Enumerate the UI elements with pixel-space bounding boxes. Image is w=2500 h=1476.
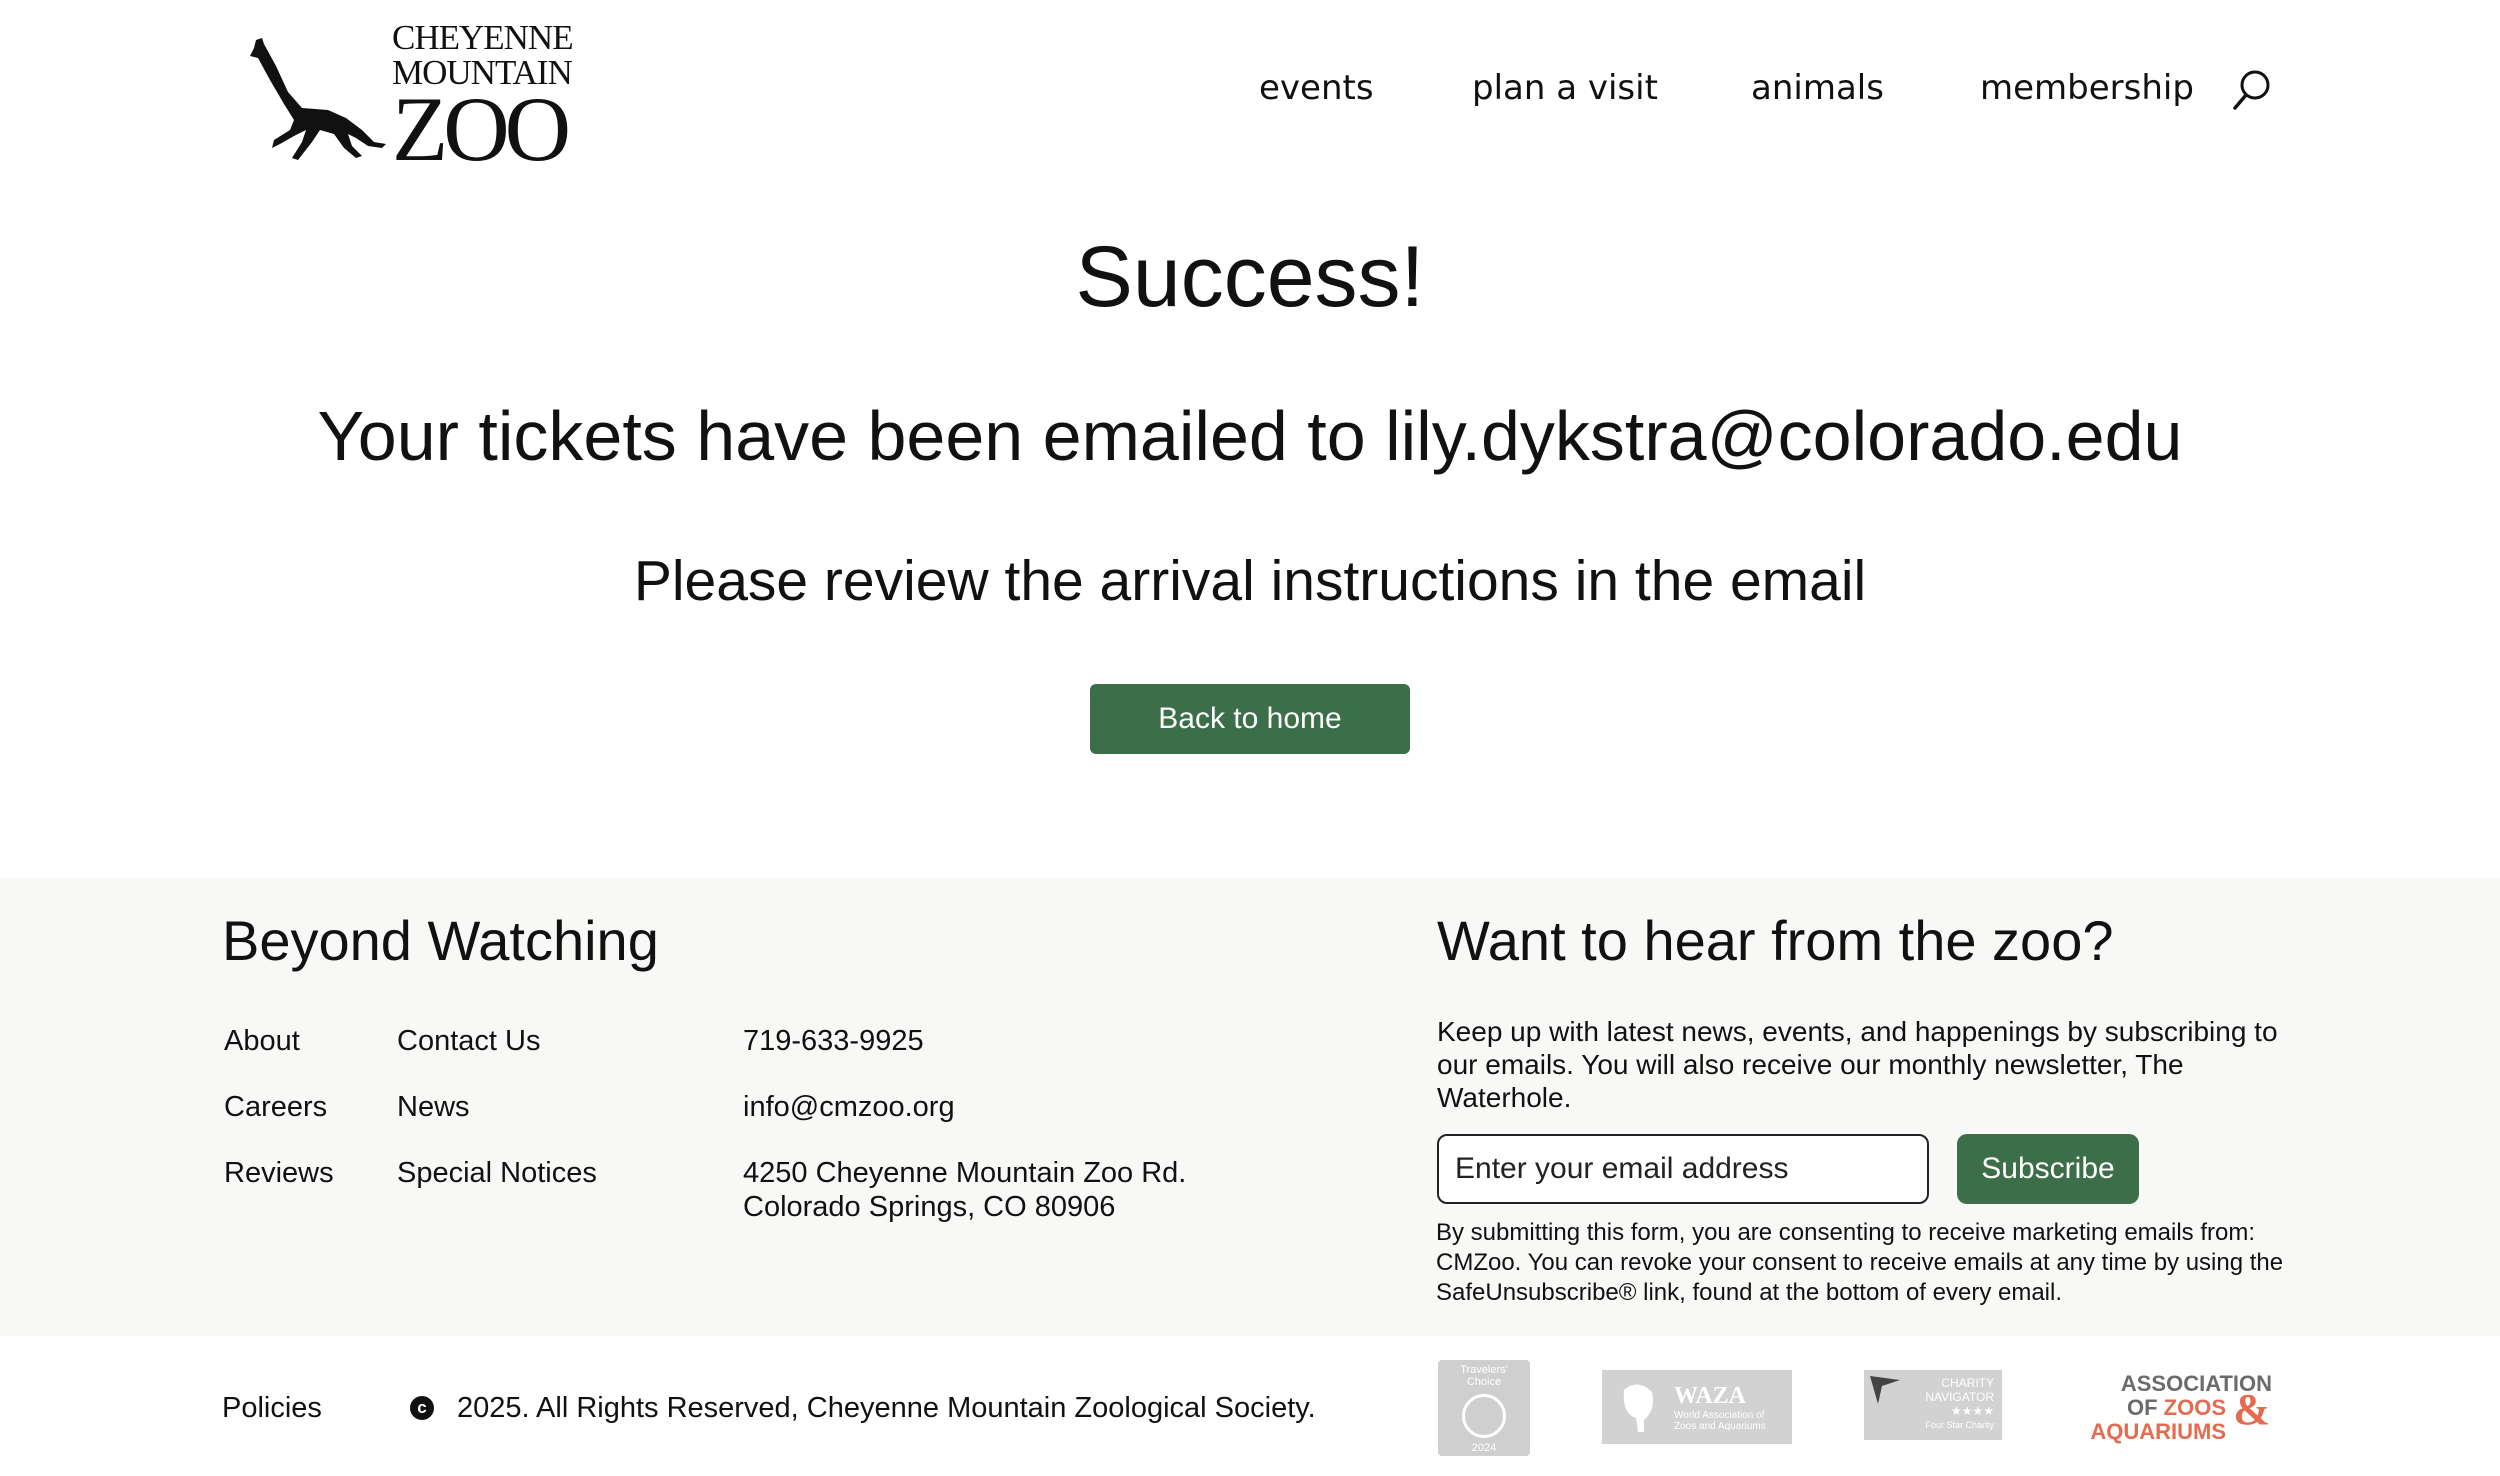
tickets-emailed-message: Your tickets have been emailed to lily.d… [317,397,2183,475]
footer-link-reviews[interactable]: Reviews [224,1157,334,1190]
aza-line3: AQUARIUMS [2090,1419,2226,1444]
footer-link-news[interactable]: News [397,1091,470,1124]
aza-badge[interactable]: ASSOCIATION OF ZOOS AQUARIUMS & [2072,1372,2272,1444]
search-icon[interactable] [2232,68,2272,112]
confirmation-content: Success! Your tickets have been emailed … [0,200,2500,878]
logo-line-cheyenne: CHEYENNE [392,17,574,57]
tripadvisor-owl-icon [1462,1394,1506,1438]
copyright-icon: c [410,1396,434,1420]
aza-line2b: ZOOS [2163,1395,2226,1420]
ta-year: 2024 [1471,1442,1497,1454]
site-footer: Beyond Watching About Careers Reviews Co… [0,878,2500,1336]
charity-navigator-badge[interactable]: CHARITY NAVIGATOR ★★★★ Four Star Charity [1864,1370,2002,1440]
newsletter-email-input[interactable] [1437,1134,1929,1204]
aza-ampersand: & [2233,1385,2270,1434]
arrival-instructions-message: Please review the arrival instructions i… [633,549,1867,613]
aza-line2a: OF [2126,1395,2164,1420]
consent-notice: By submitting this form, you are consent… [1436,1219,2284,1306]
footer-link-contact-us[interactable]: Contact Us [397,1025,540,1058]
ta-line1: Travelers' [1460,1364,1508,1376]
newsletter-description: Keep up with latest news, events, and ha… [1437,1016,2278,1113]
newsletter-heading: Want to hear from the zoo? [1437,909,2114,972]
footer-email[interactable]: info@cmzoo.org [743,1091,955,1124]
footer-phone[interactable]: 719-633-9925 [743,1025,924,1058]
footer-link-careers[interactable]: Careers [224,1091,327,1124]
subscribe-button[interactable]: Subscribe [1957,1134,2139,1204]
waza-elephant-icon [1623,1384,1653,1432]
waza-subtitle: World Association of Zoos and Aquariums [1674,1409,1766,1432]
nav-animals[interactable]: animals [1751,68,1884,108]
charity-navigator-star-icon [1870,1376,1900,1404]
policies-link[interactable]: Policies [222,1392,322,1425]
footer-bottom-bar: Policies c 2025. All Rights Reserved, Ch… [0,1336,2500,1476]
main-nav: events plan a visit animals membership [0,68,2500,118]
waza-title: WAZA [1674,1382,1747,1409]
copyright-text: 2025. All Rights Reserved, Cheyenne Moun… [457,1392,1316,1424]
nav-membership[interactable]: membership [1980,68,2194,108]
ta-line2: Choice [1466,1376,1502,1388]
address-line-1: 4250 Cheyenne Mountain Zoo Rd. [743,1157,1187,1189]
footer-link-about[interactable]: About [224,1025,300,1058]
nav-plan-a-visit[interactable]: plan a visit [1472,68,1658,108]
cn-line3: Four Star Charity [1925,1420,1994,1430]
footer-link-special-notices[interactable]: Special Notices [397,1157,597,1190]
waza-badge[interactable]: WAZA World Association of Zoos and Aquar… [1602,1370,1792,1444]
nav-events[interactable]: events [1259,68,1374,108]
page-title: Success! [1075,229,1425,325]
footer-address: 4250 Cheyenne Mountain Zoo Rd. Colorado … [743,1156,1186,1224]
footer-heading: Beyond Watching [222,909,659,972]
address-line-2: Colorado Springs, CO 80906 [743,1191,1116,1223]
back-to-home-button[interactable]: Back to home [1090,684,1410,754]
site-header: CHEYENNE MOUNTAIN ZOO events plan a visi… [0,0,2500,200]
tripadvisor-travelers-choice-badge[interactable]: Travelers' Choice 2024 [1438,1360,1530,1456]
